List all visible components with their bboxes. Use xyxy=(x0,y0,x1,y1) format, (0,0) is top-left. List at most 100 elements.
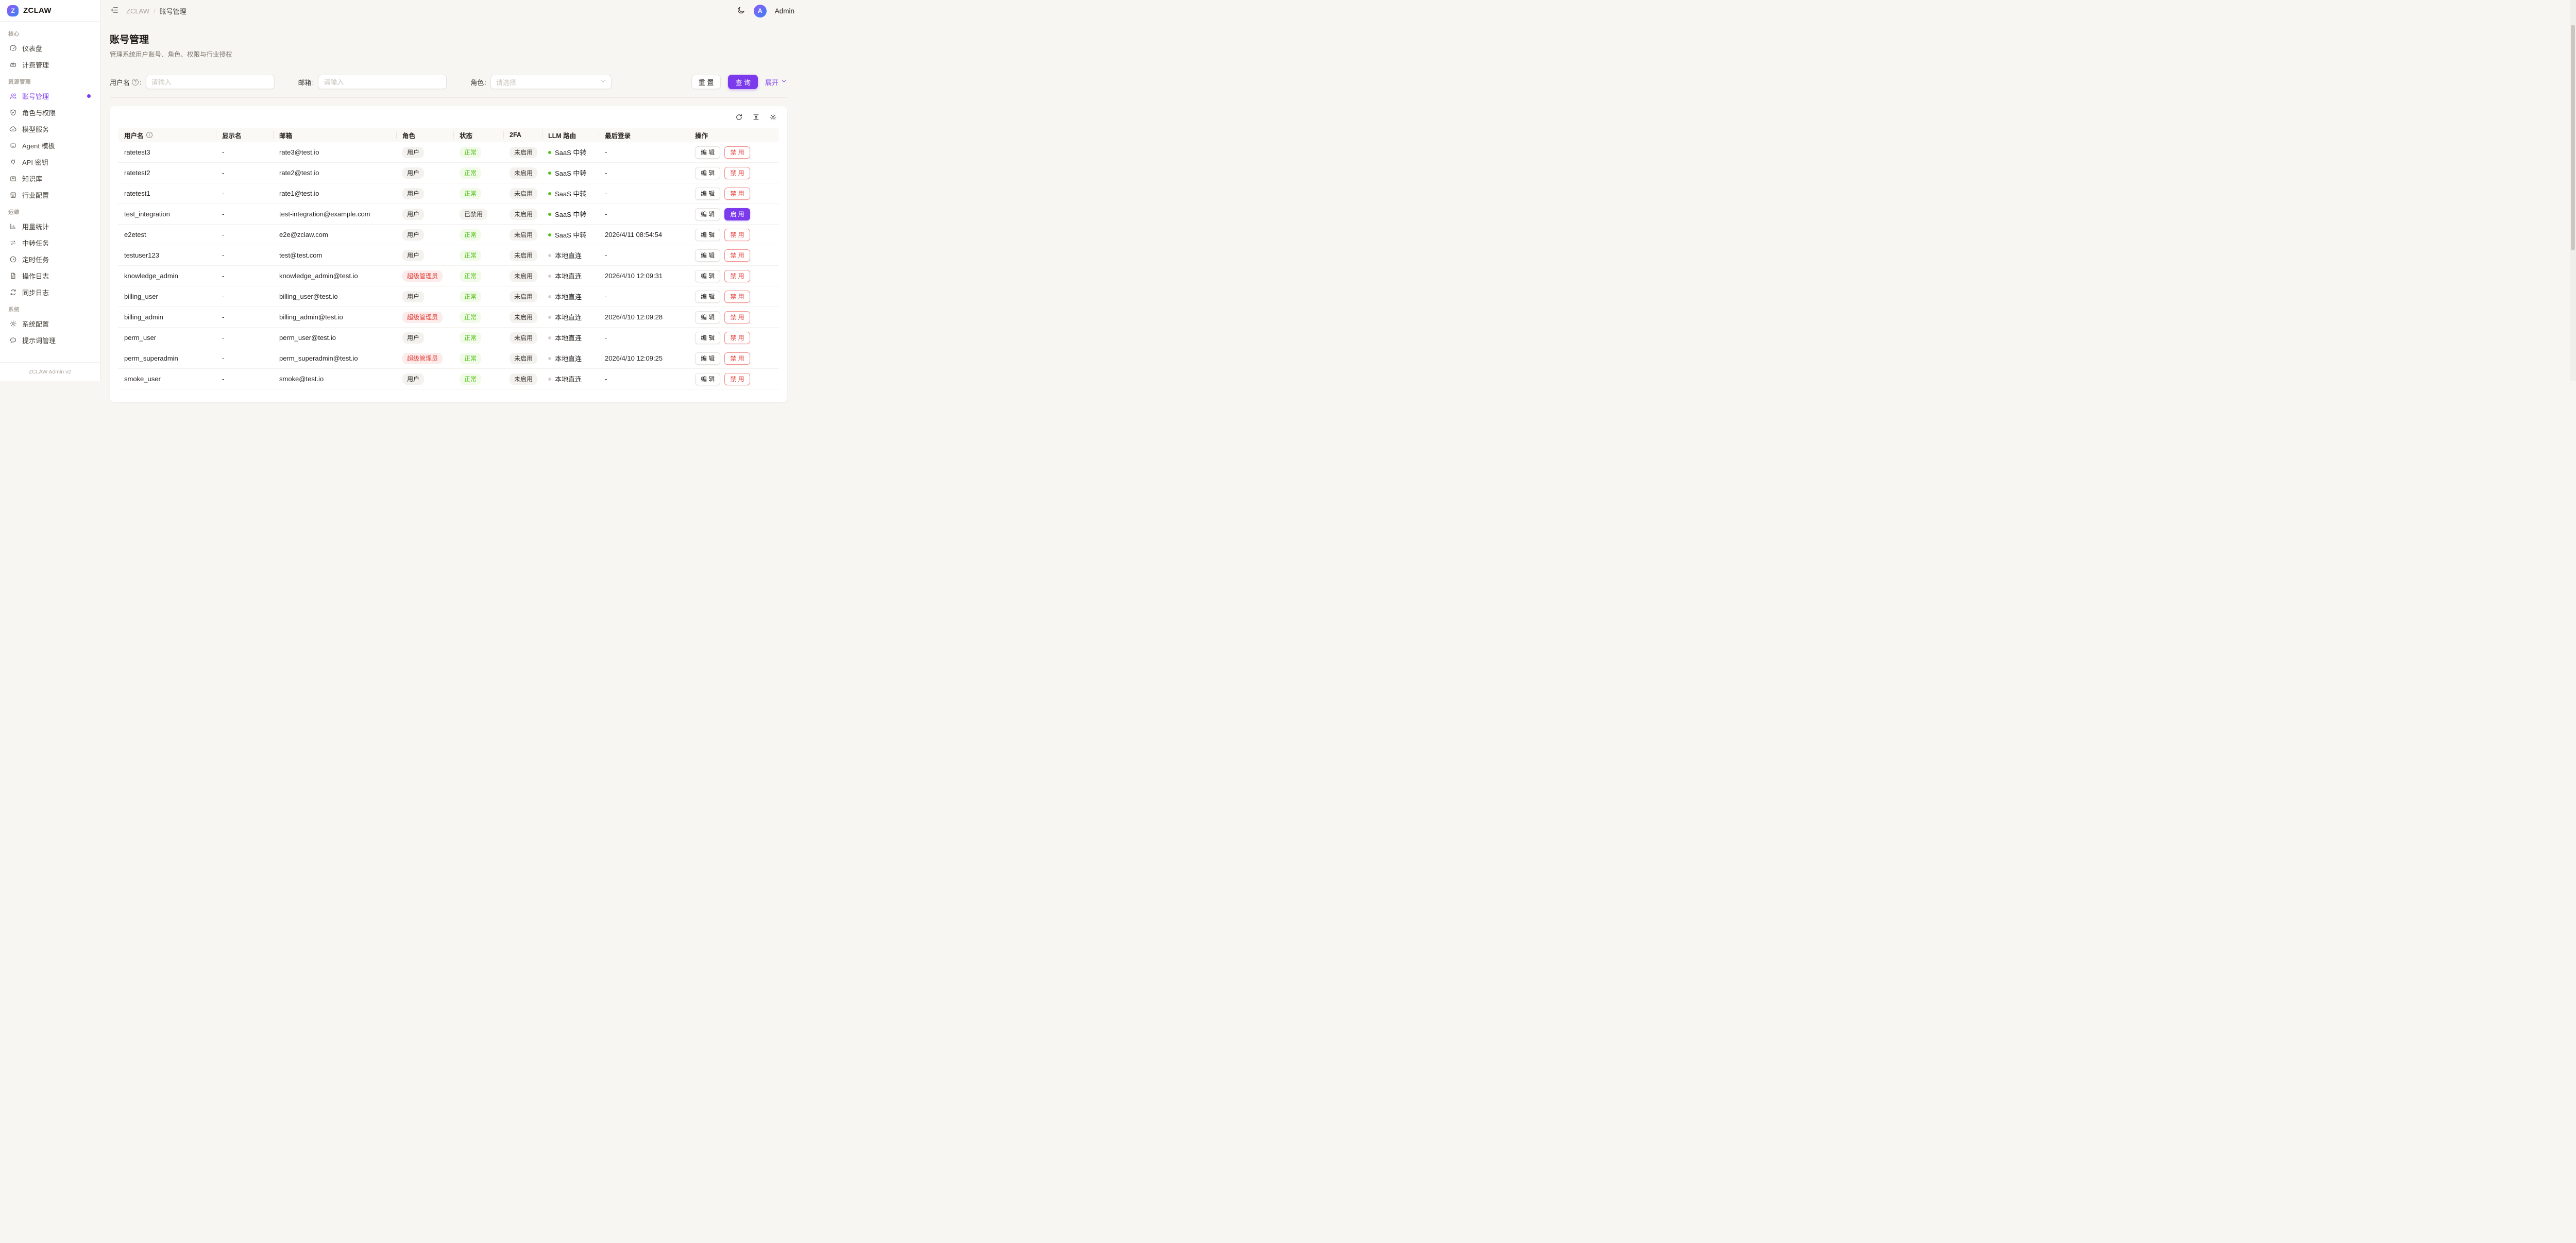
role-badge: 用户 xyxy=(402,147,424,158)
sidebar-item[interactable]: 操作日志 xyxy=(5,268,95,284)
disable-button[interactable]: 禁 用 xyxy=(724,373,750,385)
theme-toggle-button[interactable] xyxy=(737,6,745,16)
enable-button[interactable]: 启 用 xyxy=(724,208,750,220)
scrollbar-track[interactable] xyxy=(2570,0,2576,381)
edit-button[interactable]: 编 辑 xyxy=(695,352,720,365)
expand-label: 展开 xyxy=(765,77,778,87)
breadcrumb-separator: / xyxy=(154,7,156,15)
disable-button[interactable]: 禁 用 xyxy=(724,229,750,241)
scrollbar-thumb[interactable] xyxy=(2571,25,2575,250)
edit-button[interactable]: 编 辑 xyxy=(695,146,720,159)
sidebar-item-label: Agent 模板 xyxy=(22,141,55,150)
disable-button[interactable]: 禁 用 xyxy=(724,291,750,303)
row-height-button[interactable] xyxy=(752,113,760,123)
display-name-cell: - xyxy=(216,204,273,224)
refresh-button[interactable] xyxy=(735,113,743,123)
disable-button[interactable]: 禁 用 xyxy=(724,167,750,179)
display-name-cell: - xyxy=(216,348,273,368)
display-name-cell: - xyxy=(216,183,273,203)
actions-cell: 编 辑禁 用 xyxy=(689,369,779,389)
twofa-cell: 未启用 xyxy=(503,328,542,348)
disable-button[interactable]: 禁 用 xyxy=(724,332,750,344)
table-row: knowledge_admin-knowledge_admin@test.io超… xyxy=(118,266,779,286)
role-select[interactable]: 请选择 xyxy=(490,75,612,89)
edit-button[interactable]: 编 辑 xyxy=(695,311,720,323)
role-cell: 超级管理员 xyxy=(396,348,453,368)
edit-button[interactable]: 编 辑 xyxy=(695,208,720,220)
disable-button[interactable]: 禁 用 xyxy=(724,311,750,323)
edit-button[interactable]: 编 辑 xyxy=(695,373,720,385)
twofa-cell: 未启用 xyxy=(503,348,542,368)
sidebar-item[interactable]: 系统配置 xyxy=(5,316,95,332)
actions-cell: 编 辑禁 用 xyxy=(689,286,779,307)
status-cell: 正常 xyxy=(453,328,503,348)
disable-button[interactable]: 禁 用 xyxy=(724,249,750,262)
username-input[interactable] xyxy=(146,75,275,89)
sidebar-item[interactable]: 中转任务 xyxy=(5,235,95,251)
llm-route-cell: 本地直连 xyxy=(542,245,599,265)
expand-toggle[interactable]: 展开 xyxy=(765,77,787,87)
sidebar-item[interactable]: 仪表盘 xyxy=(5,40,95,56)
status-cell: 正常 xyxy=(453,245,503,265)
email-input[interactable] xyxy=(318,75,447,89)
disable-button[interactable]: 禁 用 xyxy=(724,188,750,200)
package-icon xyxy=(9,175,17,182)
reset-button[interactable]: 重 置 xyxy=(691,75,721,89)
avatar[interactable]: A xyxy=(754,5,767,18)
role-badge: 用户 xyxy=(402,332,424,344)
sidebar-item[interactable]: 账号管理 xyxy=(5,88,95,104)
status-cell: 正常 xyxy=(453,266,503,286)
last-login-cell: 2026/4/10 12:09:28 xyxy=(599,307,689,327)
cloud-server-icon xyxy=(9,125,17,133)
sidebar-item[interactable]: 角色与权限 xyxy=(5,105,95,121)
sidebar-item[interactable]: 知识库 xyxy=(5,171,95,186)
llm-route-cell: SaaS 中转 xyxy=(542,204,599,224)
disable-button[interactable]: 禁 用 xyxy=(724,352,750,365)
edit-button[interactable]: 编 辑 xyxy=(695,332,720,344)
sidebar-item[interactable]: Agent 模板 xyxy=(5,138,95,154)
active-dot-icon xyxy=(87,94,91,98)
sidebar-item[interactable]: 模型服务 xyxy=(5,121,95,137)
refresh-icon xyxy=(735,113,743,121)
sidebar-item[interactable]: 计费管理 xyxy=(5,57,95,73)
sidebar-item[interactable]: 行业配置 xyxy=(5,187,95,203)
edit-button[interactable]: 编 辑 xyxy=(695,229,720,241)
disable-button[interactable]: 禁 用 xyxy=(724,270,750,282)
role-cell: 用户 xyxy=(396,183,453,203)
last-login-cell: - xyxy=(599,183,689,203)
display-name-cell: - xyxy=(216,307,273,327)
route-dot-icon xyxy=(548,233,551,236)
users-icon xyxy=(9,92,17,100)
sidebar-item-label: 行业配置 xyxy=(22,190,49,200)
user-name[interactable]: Admin xyxy=(775,7,794,15)
llm-route-cell: SaaS 中转 xyxy=(542,183,599,203)
disable-button[interactable]: 禁 用 xyxy=(724,146,750,159)
settings-button[interactable] xyxy=(769,113,777,123)
edit-button[interactable]: 编 辑 xyxy=(695,249,720,262)
role-cell: 超级管理员 xyxy=(396,307,453,327)
edit-button[interactable]: 编 辑 xyxy=(695,291,720,303)
actions-cell: 编 辑禁 用 xyxy=(689,142,779,162)
sidebar-version: ZCLAW Admin v2 xyxy=(0,362,100,381)
plug-icon xyxy=(9,158,17,166)
actions-cell: 编 辑禁 用 xyxy=(689,328,779,348)
sidebar: Z ZCLAW 核心仪表盘计费管理资源管理账号管理角色与权限模型服务Agent … xyxy=(0,0,100,381)
query-button[interactable]: 查 询 xyxy=(728,75,758,89)
sidebar-collapse-button[interactable] xyxy=(110,6,119,16)
breadcrumb-root[interactable]: ZCLAW xyxy=(126,7,149,15)
transfer-icon xyxy=(9,239,17,247)
sidebar-item[interactable]: 用量统计 xyxy=(5,218,95,234)
sidebar-item[interactable]: 同步日志 xyxy=(5,284,95,300)
sidebar-item[interactable]: API 密钥 xyxy=(5,154,95,170)
edit-button[interactable]: 编 辑 xyxy=(695,188,720,200)
sidebar-item[interactable]: 定时任务 xyxy=(5,251,95,267)
edit-button[interactable]: 编 辑 xyxy=(695,270,720,282)
help-icon[interactable]: ? xyxy=(132,79,139,86)
username-cell: ratetest1 xyxy=(118,183,216,203)
sidebar-item[interactable]: 提示词管理 xyxy=(5,332,95,348)
info-icon[interactable]: i xyxy=(146,132,152,138)
edit-button[interactable]: 编 辑 xyxy=(695,167,720,179)
label-colon: : xyxy=(312,78,314,86)
status-cell: 正常 xyxy=(453,163,503,183)
section-divider xyxy=(110,97,787,98)
